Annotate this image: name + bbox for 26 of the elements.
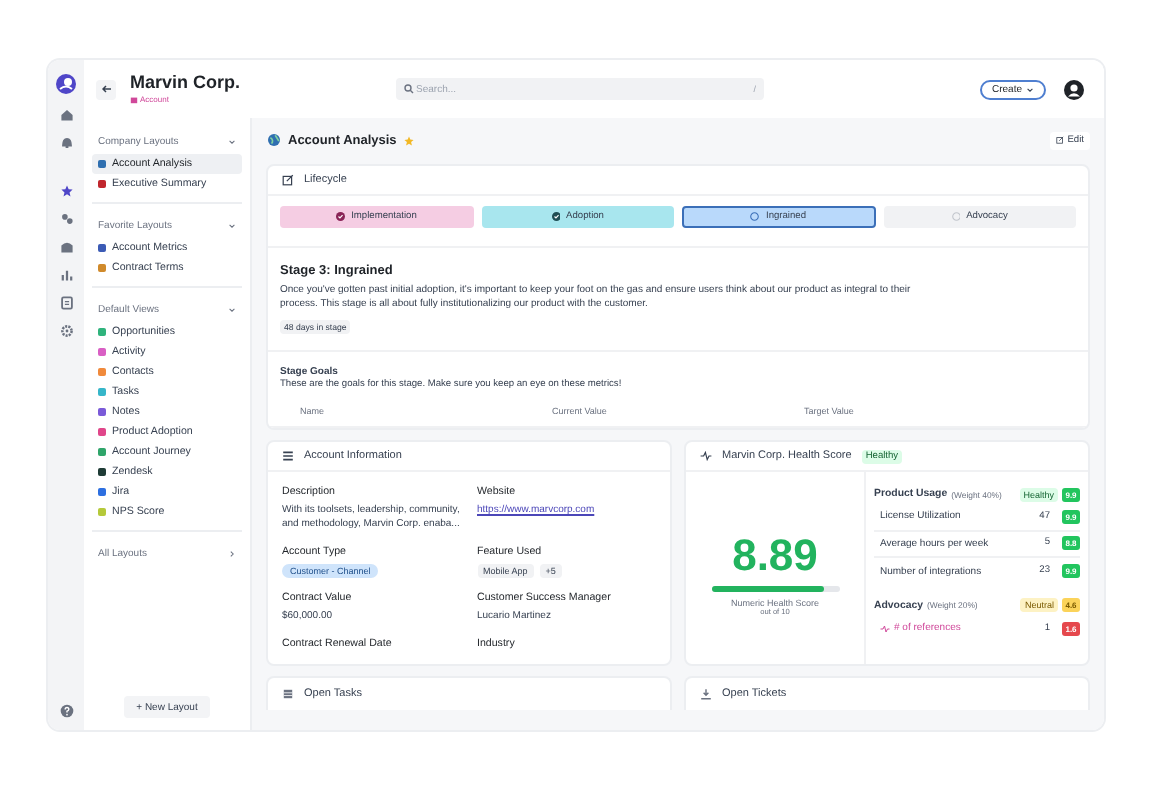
home-icon[interactable] xyxy=(59,108,73,122)
bell-icon[interactable] xyxy=(59,136,73,150)
logo-icon xyxy=(56,74,76,94)
chart-icon[interactable] xyxy=(59,268,73,282)
settings-icon[interactable] xyxy=(59,324,73,338)
account-icon xyxy=(130,95,138,103)
people-icon[interactable] xyxy=(59,212,73,226)
building-icon[interactable] xyxy=(59,240,73,254)
edit-icon xyxy=(1055,136,1064,144)
help-icon[interactable] xyxy=(59,704,73,718)
download-icon xyxy=(700,688,712,700)
account-name: Marvin Corp. xyxy=(130,74,241,92)
pulse-icon xyxy=(880,623,890,634)
pulse-icon xyxy=(700,450,712,462)
health-score-value: 8.89 xyxy=(732,533,818,577)
chevron-down-icon xyxy=(1026,85,1034,93)
avatar-icon[interactable] xyxy=(1064,79,1084,99)
edit-icon xyxy=(282,174,294,186)
grid-icon xyxy=(282,688,294,700)
back-button[interactable] xyxy=(96,79,116,99)
globe-icon xyxy=(268,134,280,146)
list-icon xyxy=(282,450,294,462)
star-icon[interactable] xyxy=(404,135,415,145)
document-icon[interactable] xyxy=(59,296,73,310)
arrow-left-icon xyxy=(101,84,111,94)
star-icon[interactable] xyxy=(59,184,73,198)
